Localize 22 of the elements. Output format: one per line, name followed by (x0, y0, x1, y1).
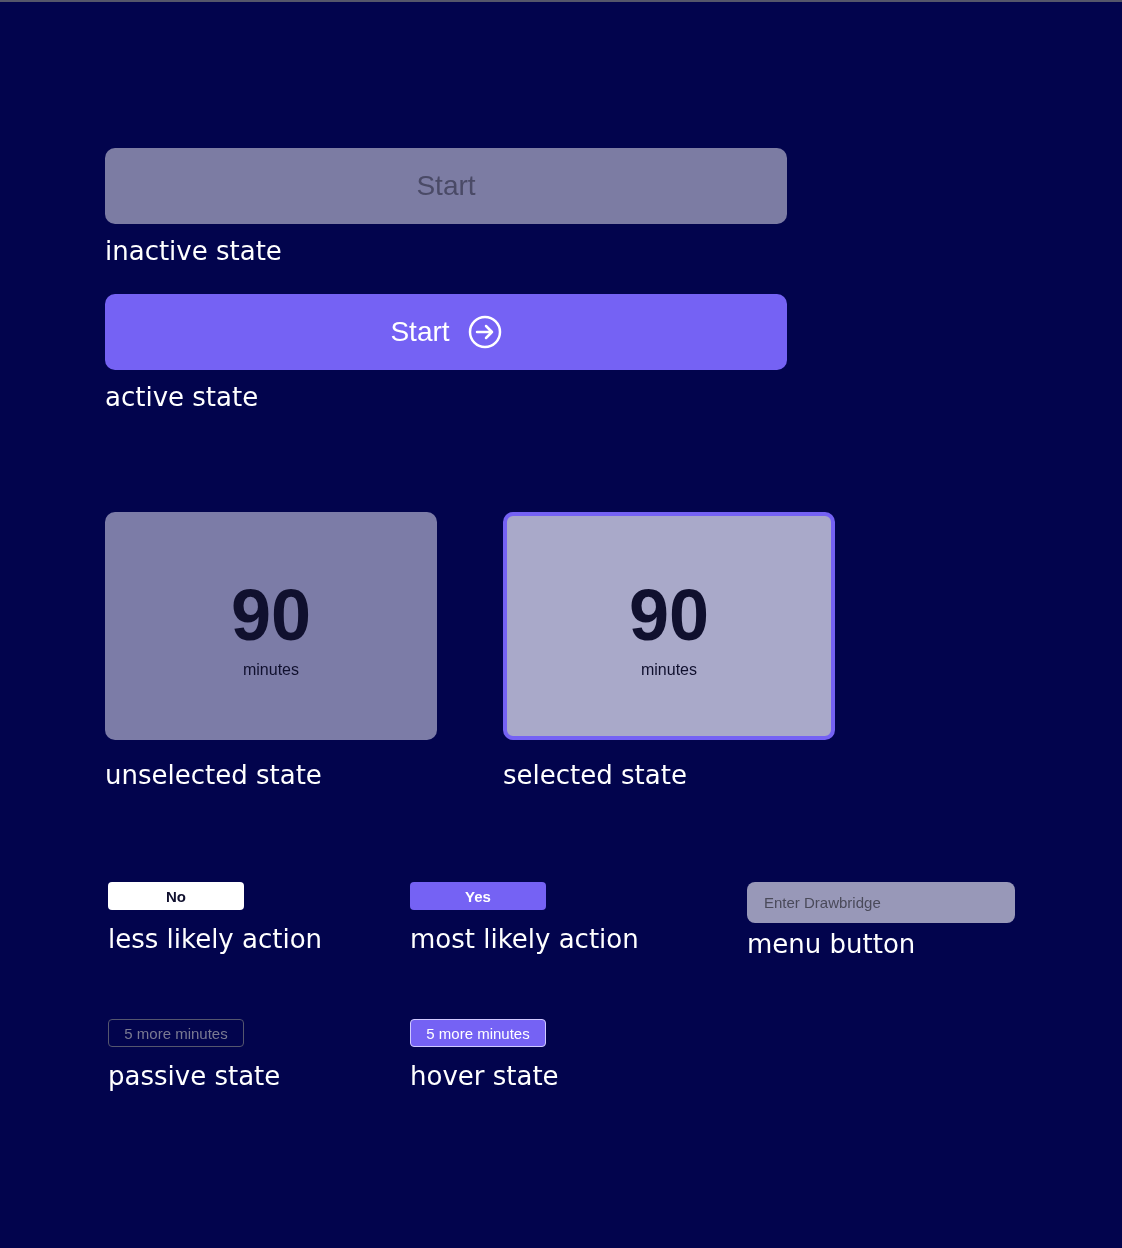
arrow-circle-icon (467, 315, 502, 349)
duration-unit: minutes (641, 661, 697, 679)
action-button[interactable]: 5 more minutes (108, 1019, 244, 1047)
state-caption: active state (105, 382, 260, 412)
state-caption: unselected state (105, 760, 323, 790)
duration-card[interactable]: 90 minutes (503, 512, 835, 740)
state-caption: passive state (108, 1061, 282, 1091)
menu-button[interactable]: Enter Drawbridge (747, 882, 1015, 923)
state-caption: hover state (410, 1061, 560, 1091)
state-caption: selected state (503, 760, 688, 790)
state-caption: inactive state (105, 236, 283, 266)
state-caption: menu button (747, 929, 917, 959)
state-caption: most likely action (410, 924, 640, 954)
action-button[interactable]: 5 more minutes (410, 1019, 546, 1047)
action-button[interactable]: Yes (410, 882, 546, 910)
duration-unit: minutes (243, 661, 299, 679)
start-button[interactable]: Start (105, 294, 787, 370)
action-button[interactable]: No (108, 882, 244, 910)
duration-card[interactable]: 90 minutes (105, 512, 437, 740)
duration-value: 90 (628, 579, 710, 651)
duration-value: 90 (230, 579, 312, 651)
state-caption: less likely action (108, 924, 324, 954)
